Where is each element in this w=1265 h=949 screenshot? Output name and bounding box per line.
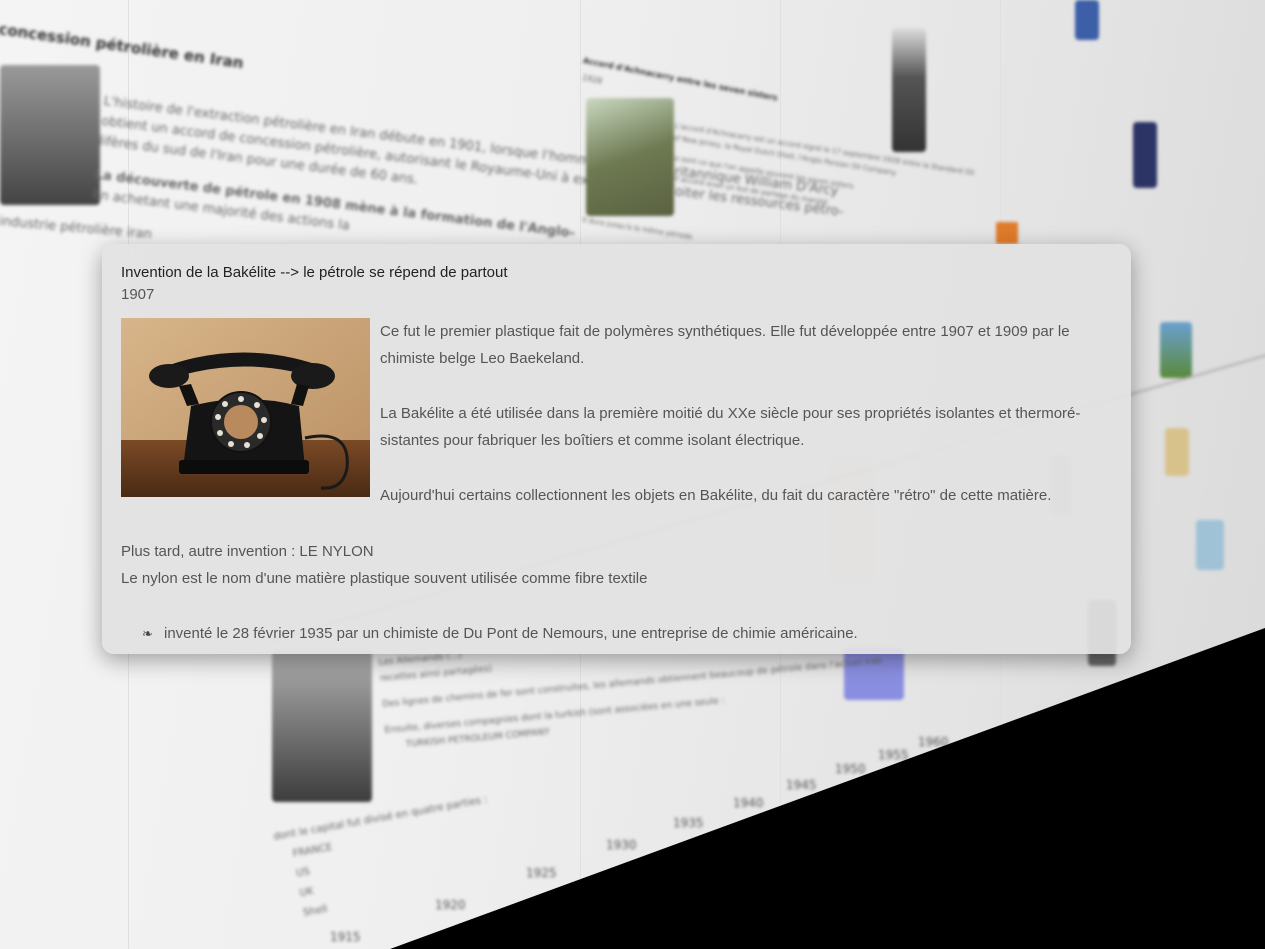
event-detail-popup[interactable]: Invention de la Bakélite --> le pétrole … <box>102 244 1131 654</box>
event-photo[interactable] <box>272 650 372 802</box>
nylon-description: Le nylon est le nom d'une matière plasti… <box>121 570 648 587</box>
popup-title: Invention de la Bakélite --> le pétrole … <box>121 264 508 281</box>
fleuron-bullet-icon: ❧ <box>142 626 153 641</box>
event-title[interactable]: Accord d'Achnacarry entre les seven sist… <box>582 56 778 103</box>
event-photo[interactable] <box>996 222 1018 244</box>
event-year: 1928 <box>581 72 604 86</box>
telephone-illustration <box>121 318 370 497</box>
event-photo[interactable] <box>586 98 674 216</box>
event-photo[interactable] <box>1133 122 1157 188</box>
popup-paragraph: Ce fut le premier plastique fait de poly… <box>380 323 1070 367</box>
event-photo[interactable] <box>0 65 100 205</box>
map-photo[interactable] <box>1165 428 1189 476</box>
portrait-photo[interactable] <box>892 28 926 152</box>
event-photo[interactable] <box>1160 322 1192 378</box>
axis-year-label: 1950 <box>835 762 866 776</box>
axis-year-label: 1915 <box>330 930 361 944</box>
axis-year-label: 1955 <box>878 748 909 762</box>
axis-year-label: 1930 <box>606 838 637 852</box>
event-text: dont le capital fut divisé en quatre par… <box>272 790 503 926</box>
popup-paragraph: La Bakélite a été utilisée dans la premi… <box>380 405 1081 449</box>
axis-year-label: 1935 <box>673 816 704 830</box>
axis-year-label: 1920 <box>435 898 466 912</box>
axis-year-label: 1925 <box>526 866 557 880</box>
event-text-line: industrie pétrolière iran <box>0 213 153 243</box>
axis-year-label: 1945 <box>786 778 817 792</box>
bakelite-telephone-image <box>121 318 370 497</box>
map-photo[interactable] <box>1196 520 1224 570</box>
bullet-text: inventé le 28 février 1935 par un chimis… <box>164 625 858 642</box>
event-photo[interactable] <box>1075 0 1099 40</box>
axis-year-label: 1940 <box>733 796 764 810</box>
popup-year: 1907 <box>121 286 155 303</box>
axis-year-label: 1960 <box>918 735 949 749</box>
bullet-list-item: ❧ inventé le 28 février 1935 par un chimi… <box>142 620 858 647</box>
nylon-heading: Plus tard, autre invention : LE NYLON <box>121 543 374 560</box>
popup-paragraph: Aujourd'hui certains collectionnent les … <box>380 487 1052 504</box>
